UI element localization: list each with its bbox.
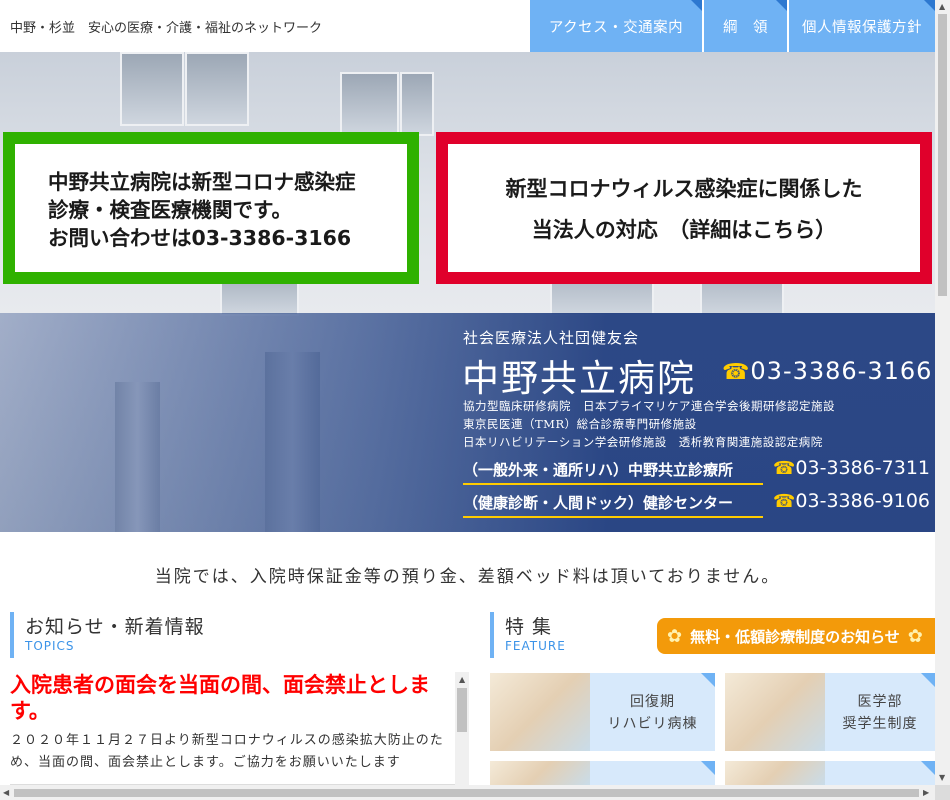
topic-body-text: ２０２０年１１月２７日より新型コロナウィルスの感染拡大防止のため、当面の間、面会… [10,733,444,770]
feature-item-partial[interactable] [725,761,935,785]
feature-line: 回復期 [630,694,675,710]
clinic-label: （一般外来・通所リハ）中野共立診療所 [463,459,763,485]
topics-scroll-thumb[interactable] [457,688,467,732]
phone-icon: ☎ [773,458,796,479]
building-window [400,72,434,136]
topic-headline-link[interactable]: 入院患者の面会を当面の間、面会禁止とします。 [10,672,455,724]
page-vertical-scroll-thumb[interactable] [938,14,947,296]
feature-line: 医学部 [857,694,903,710]
nav-principles-label: 綱 領 [723,19,768,36]
scholarship-photo [725,673,825,751]
feature-photo [725,761,825,785]
building-window [340,72,399,136]
checkup-center-phone: ☎03-3386-9106 [773,490,930,512]
certification-item: 協力型臨床研修病院 日本プライマリケア連合学会後期研修認定施設 [463,399,835,413]
hospital-name: 中野共立病院 [462,357,696,400]
feature-scholarship[interactable]: 医学部 奨学生制度 [725,673,935,751]
phone-icon: ☎ [722,360,751,385]
feature-item-partial[interactable] [490,761,715,785]
scroll-right-icon[interactable]: ▶ [923,788,929,797]
notice-line: 当法人の対応 （詳細はこちら） [531,217,837,242]
corporation-name: 社会医療法人社団健友会 [463,329,640,347]
corner-accent [701,761,715,775]
notice-line: 中野共立病院は新型コロナ感染症 [48,170,356,194]
clover-icon: ✿ [667,625,683,647]
building-window [185,52,249,126]
scroll-up-icon[interactable]: ▲ [939,2,945,11]
feature-header: 特 集 FEATURE [490,612,566,658]
corner-accent [921,673,935,687]
notice-line: 新型コロナウィルス感染症に関係した [505,176,863,201]
corner-accent [701,673,715,687]
scroll-down-icon[interactable]: ▼ [939,773,945,782]
notice-line: お問い合わせは03-3386-3166 [48,226,352,250]
corner-accent [924,0,935,11]
scroll-up-icon[interactable]: ▲ [459,675,465,684]
main-phone: ☎03-3386-3166 [722,357,932,385]
topics-subtitle: TOPICS [25,639,75,653]
scroll-left-icon[interactable]: ◀ [3,788,9,797]
feature-label: 医学部 奨学生制度 [825,691,935,735]
covid-testing-notice[interactable]: 中野共立病院は新型コロナ感染症 診療・検査医療機関です。 お問い合わせは03-3… [3,132,419,284]
clinic-phone: ☎03-3386-7311 [773,457,930,479]
rehab-photo [490,673,590,751]
topics-list[interactable]: 入院患者の面会を当面の間、面会禁止とします。 ２０２０年１１月２７日より新型コロ… [10,672,455,800]
clinic-phone-number: 03-3386-7311 [795,457,931,479]
nav-privacy-label: 個人情報保護方針 [802,19,922,36]
free-care-banner-label: 無料・低額診療制度のお知らせ [690,627,900,646]
free-care-banner[interactable]: ✿ 無料・低額診療制度のお知らせ ✿ [657,618,947,654]
clover-icon: ✿ [907,625,923,647]
feature-label: 回復期 リハビリ病棟 [590,691,715,735]
feature-rehab-ward[interactable]: 回復期 リハビリ病棟 [490,673,715,751]
nav-access-label: アクセス・交通案内 [548,19,684,36]
certification-list: 協力型臨床研修病院 日本プライマリケア連合学会後期研修認定施設 東京民医連（TM… [463,397,835,451]
nav-access-button[interactable]: アクセス・交通案内 [530,0,702,52]
scrollbar-corner [935,785,950,800]
covid-testing-text: 中野共立病院は新型コロナ感染症 診療・検査医療機関です。 お問い合わせは03-3… [48,168,356,252]
certification-item: 日本リハビリテーション学会研修施設 透析教育関連施設認定病院 [463,435,823,449]
covid-response-notice[interactable]: 新型コロナウィルス感染症に関係した 当法人の対応 （詳細はこちら） [436,132,932,284]
page-horizontal-scroll-thumb[interactable] [14,789,919,797]
feature-line: リハビリ病棟 [607,716,698,732]
feature-photo [490,761,590,785]
deposit-statement: 当院では、入院時保証金等の預り金、差額ベッド料は頂いておりません。 [154,567,781,587]
covid-response-text: 新型コロナウィルス感染症に関係した 当法人の対応 （詳細はこちら） [448,168,920,250]
main-phone-number: 03-3386-3166 [750,357,933,385]
corner-accent [921,761,935,775]
corner-accent [691,0,702,11]
checkup-phone-number: 03-3386-9106 [795,490,931,512]
nav-principles-button[interactable]: 綱 領 [704,0,787,52]
site-tagline: 中野・杉並 安心の医療・介護・福祉のネットワーク [10,21,323,36]
corner-accent [776,0,787,11]
checkup-center-label: （健康診断・人間ドック）健診センター [463,492,763,518]
feature-subtitle: FEATURE [505,639,566,653]
nav-privacy-button[interactable]: 個人情報保護方針 [789,0,935,52]
building-window [120,52,184,126]
phone-icon: ☎ [773,491,796,512]
topics-header: お知らせ・新着情報 TOPICS [10,612,205,658]
feature-title: 特 集 [505,616,553,638]
notice-line: 診療・検査医療機関です。 [48,198,292,222]
certification-item: 東京民医連（TMR）総合診療専門研修施設 [463,417,697,431]
feature-line: 奨学生制度 [842,716,918,732]
topics-title: お知らせ・新着情報 [25,616,205,638]
hero-image: 社会医療法人社団健友会 中野共立病院 ☎03-3386-3166 協力型臨床研修… [0,52,935,532]
